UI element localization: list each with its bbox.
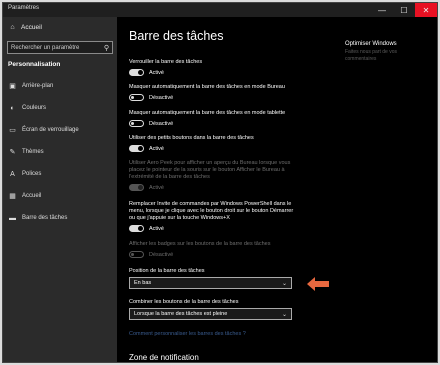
sidebar-item-label: Arrière-plan [22,83,54,89]
home-icon: ⌂ [10,24,15,31]
setting-label: Verrouiller la barre des tâches [129,59,203,65]
customize-taskbar-link[interactable]: Comment personnaliser les barres des tâc… [129,331,246,337]
sidebar-item-label: Accueil [22,193,42,199]
main-content: Barre des tâches Verrouiller la barre de… [117,17,437,362]
combine-value: Lorsque la barre des tâches est pleine [134,311,228,317]
setting-label: Utiliser Aero Peek pour afficher un aper… [129,160,291,180]
toggle-state: Désactivé [149,94,174,101]
setting-label: Remplacer Invite de commandes par Window… [129,201,294,221]
sidebar-item-start[interactable]: ▦ Accueil [8,185,79,207]
sidebar-item-label: Thèmes [22,149,44,155]
toggle-switch[interactable] [129,120,144,127]
setting-label: Utiliser des petits boutons dans la barr… [129,135,254,141]
window-title: Paramètres [8,5,40,11]
sidebar-item-themes[interactable]: ✎ Thèmes [8,141,79,163]
setting-lock-taskbar: Verrouiller la barre des tâches Activé [129,59,309,76]
setting-label: Masquer automatiquement la barre des tâc… [129,110,286,116]
setting-aero-peek: Utiliser Aero Peek pour afficher un aper… [129,160,294,191]
brush-icon: ✎ [9,149,16,156]
window-controls: — ☐ ✕ [371,3,437,17]
toggle-switch [129,184,144,191]
title-bar: Paramètres — ☐ ✕ [3,3,437,17]
sidebar-home[interactable]: ⌂ Accueil [8,24,42,31]
toggle-state: Activé [149,69,164,76]
toggle-switch[interactable] [129,69,144,76]
search-placeholder: Rechercher un paramètre [11,44,80,51]
palette-icon: ◐ [10,104,15,112]
search-input[interactable]: Rechercher un paramètre ⚲ [7,41,113,54]
chevron-down-icon: ⌄ [281,280,287,287]
feedback-link[interactable]: Faites nous part de vos commentaires [345,49,425,63]
toggle-state: Activé [149,145,164,152]
setting-label: Afficher les badges sur les boutons de l… [129,241,271,247]
setting-autohide-desktop: Masquer automatiquement la barre des tâc… [129,84,309,101]
sidebar-item-label: Polices [22,171,42,177]
page-title: Barre des tâches [129,29,224,43]
setting-small-buttons: Utiliser des petits boutons dans la barr… [129,135,309,152]
image-icon: ▣ [9,83,16,90]
minimize-button[interactable]: — [371,3,393,17]
arrow-left-icon [307,277,329,291]
search-icon: ⚲ [103,44,109,52]
toggle-state: Désactivé [149,120,174,127]
font-icon: A [10,170,15,178]
chevron-down-icon: ⌄ [281,311,287,318]
position-value: En bas [134,280,152,286]
toggle-state: Activé [149,225,164,232]
sidebar-item-taskbar[interactable]: ▬ Barre des tâches [8,207,79,229]
toggle-switch[interactable] [129,225,144,232]
sidebar-item-label: Écran de verrouillage [22,127,79,133]
right-pane-heading: Optimiser Windows [345,41,397,47]
setting-autohide-tablet: Masquer automatiquement la barre des tâc… [129,110,309,127]
sidebar-section-title: Personnalisation [8,61,61,68]
notification-area-title: Zone de notification [129,353,199,362]
lock-screen-icon: ▭ [9,127,16,134]
combine-label: Combiner les boutons de la barre des tâc… [129,299,309,306]
settings-window: Paramètres — ☐ ✕ ⌂ Accueil Rechercher un… [2,2,438,363]
sidebar-item-label: Couleurs [22,105,47,111]
sidebar-item-label: Barre des tâches [22,215,68,221]
sidebar-item-background[interactable]: ▣ Arrière-plan [8,75,79,97]
position-label-text: Position de la barre des tâches [129,268,205,274]
right-pane: Optimiser Windows Faites nous part de vo… [345,41,425,63]
sidebar-item-fonts[interactable]: A Polices [8,163,79,185]
maximize-button[interactable]: ☐ [393,3,415,17]
toggle-switch [129,251,144,258]
sidebar: ⌂ Accueil Rechercher un paramètre ⚲ Pers… [3,17,117,362]
sidebar-item-lock-screen[interactable]: ▭ Écran de verrouillage [8,119,79,141]
position-label: Position de la barre des tâches [129,268,309,275]
sidebar-nav: ▣ Arrière-plan ◐ Couleurs ▭ Écran de ver… [8,75,79,229]
toggle-state: Désactivé [149,251,174,258]
combine-label-text: Combiner les boutons de la barre des tâc… [129,299,239,305]
taskbar-icon: ▬ [9,214,16,222]
setting-badges: Afficher les badges sur les boutons de l… [129,241,309,258]
toggle-state: Activé [149,184,164,191]
combine-dropdown[interactable]: Lorsque la barre des tâches est pleine ⌄ [129,308,292,320]
close-button[interactable]: ✕ [415,3,437,17]
sidebar-item-colors[interactable]: ◐ Couleurs [8,97,79,119]
toggle-switch[interactable] [129,94,144,101]
sidebar-home-label: Accueil [21,24,42,31]
setting-label: Masquer automatiquement la barre des tâc… [129,84,285,90]
start-icon: ▦ [9,193,16,200]
setting-powershell: Remplacer Invite de commandes par Window… [129,201,294,232]
toggle-switch[interactable] [129,145,144,152]
position-dropdown[interactable]: En bas ⌄ [129,277,292,289]
